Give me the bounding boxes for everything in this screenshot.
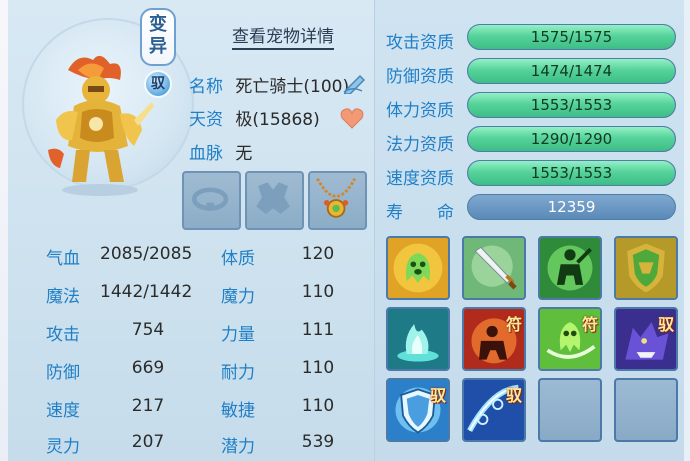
constitution-value: 120 — [301, 244, 335, 264]
equip-slot-necklace[interactable] — [308, 171, 367, 230]
skill-8-badge: 驭 — [657, 315, 674, 334]
skill-slot-9[interactable]: 驭 — [386, 378, 450, 442]
skill-slot-7[interactable]: 符 — [538, 307, 602, 371]
death-knight-figure — [48, 55, 154, 196]
name-label: 名称 — [189, 77, 223, 97]
skill-slot-12-empty — [614, 378, 678, 442]
talent-value: 极(15868) — [235, 110, 320, 130]
stamina-aptitude-label: 体力资质 — [386, 101, 454, 121]
talent-row: 天资 极(15868) — [189, 105, 320, 130]
mutation-tag: 变异 — [140, 8, 176, 66]
mp-label: 魔法 — [46, 287, 80, 307]
green-ghost-icon — [388, 238, 448, 298]
attack-label: 攻击 — [46, 325, 80, 345]
skill-6-badge: 符 — [505, 315, 522, 334]
magic-aptitude-value: 1290/1290 — [530, 130, 613, 148]
name-value: 死亡骑士(100) — [235, 77, 350, 97]
green-shield-icon — [616, 238, 676, 298]
endurance-label: 耐力 — [221, 363, 255, 383]
speed-value: 217 — [131, 396, 165, 416]
potential-value: 539 — [301, 432, 335, 452]
spirit-value: 207 — [131, 432, 165, 452]
skill-7-badge: 符 — [581, 315, 598, 334]
lifespan-value: 12359 — [547, 198, 596, 216]
lifespan-label: 寿命 — [386, 198, 454, 223]
potential-label: 潜力 — [221, 437, 255, 457]
skill-slot-4[interactable] — [614, 236, 678, 300]
speed-label: 速度 — [46, 401, 80, 421]
strength-label: 力量 — [221, 325, 255, 345]
skill-9-badge: 驭 — [429, 386, 446, 405]
equip-slot-armor[interactable] — [245, 171, 304, 230]
skill-slot-2[interactable] — [462, 236, 526, 300]
talent-label: 天资 — [189, 110, 223, 130]
skill-10-badge: 驭 — [505, 386, 522, 405]
right-edge — [684, 0, 690, 461]
skill-slot-10[interactable]: 驭 — [462, 378, 526, 442]
bloodline-row: 血脉 无 — [189, 139, 252, 164]
sword-icon — [464, 238, 524, 298]
left-edge — [0, 0, 8, 461]
speed-aptitude-value: 1553/1553 — [530, 164, 613, 182]
magic-aptitude-bar: 1290/1290 — [467, 126, 676, 152]
mp-value: 1442/1442 — [100, 282, 193, 302]
magic-value: 110 — [301, 282, 335, 302]
bloodline-value: 无 — [235, 144, 253, 164]
agility-label: 敏捷 — [221, 401, 255, 421]
spirit-label: 灵力 — [46, 437, 80, 457]
skill-slot-1[interactable] — [386, 236, 450, 300]
necklace-icon — [316, 177, 356, 218]
stamina-aptitude-bar: 1553/1553 — [467, 92, 676, 118]
attack-aptitude-bar: 1575/1575 — [467, 24, 676, 50]
lifespan-bar: 12359 — [467, 194, 676, 220]
strength-value: 111 — [301, 320, 335, 340]
defense-aptitude-value: 1474/1474 — [530, 62, 613, 80]
stamina-aptitude-value: 1553/1553 — [530, 96, 613, 114]
warrior-silhouette-icon — [540, 238, 600, 298]
attack-aptitude-label: 攻击资质 — [386, 33, 454, 53]
defense-value: 669 — [131, 358, 165, 378]
rename-pencil-icon[interactable] — [342, 72, 368, 94]
collar-slot-icon — [191, 187, 229, 211]
speed-aptitude-bar: 1553/1553 — [467, 160, 676, 186]
skill-slot-3[interactable] — [538, 236, 602, 300]
attack-aptitude-value: 1575/1575 — [530, 28, 613, 46]
hp-value: 2085/2085 — [100, 244, 193, 264]
heart-icon[interactable] — [340, 107, 364, 129]
bloodline-label: 血脉 — [189, 144, 223, 164]
speed-aptitude-label: 速度资质 — [386, 169, 454, 189]
lifespan-label-b: 命 — [437, 203, 454, 223]
blue-flame-icon — [388, 309, 448, 369]
skill-slot-11-empty — [538, 378, 602, 442]
lifespan-label-a: 寿 — [386, 203, 403, 223]
defense-aptitude-label: 防御资质 — [386, 67, 454, 87]
name-row: 名称 死亡骑士(100) — [189, 72, 349, 97]
constitution-label: 体质 — [221, 249, 255, 269]
view-pet-details-link[interactable]: 查看宠物详情 — [232, 22, 334, 50]
endurance-value: 110 — [301, 358, 335, 378]
defense-label: 防御 — [46, 363, 80, 383]
hp-label: 气血 — [46, 249, 80, 269]
armor-slot-icon — [256, 182, 290, 215]
skill-slot-5[interactable] — [386, 307, 450, 371]
magic-aptitude-label: 法力资质 — [386, 135, 454, 155]
ride-tag: 驭 — [144, 70, 172, 98]
magic-label: 魔力 — [221, 287, 255, 307]
attack-value: 754 — [131, 320, 165, 340]
pet-panel: 变异 驭 查看宠物详情 名称 死亡骑士(100) 天资 极(15868) 血脉 … — [0, 0, 690, 461]
defense-aptitude-bar: 1474/1474 — [467, 58, 676, 84]
agility-value: 110 — [301, 396, 335, 416]
equip-slot-collar[interactable] — [182, 171, 241, 230]
skill-slot-6[interactable]: 符 — [462, 307, 526, 371]
skill-slot-8[interactable]: 驭 — [614, 307, 678, 371]
